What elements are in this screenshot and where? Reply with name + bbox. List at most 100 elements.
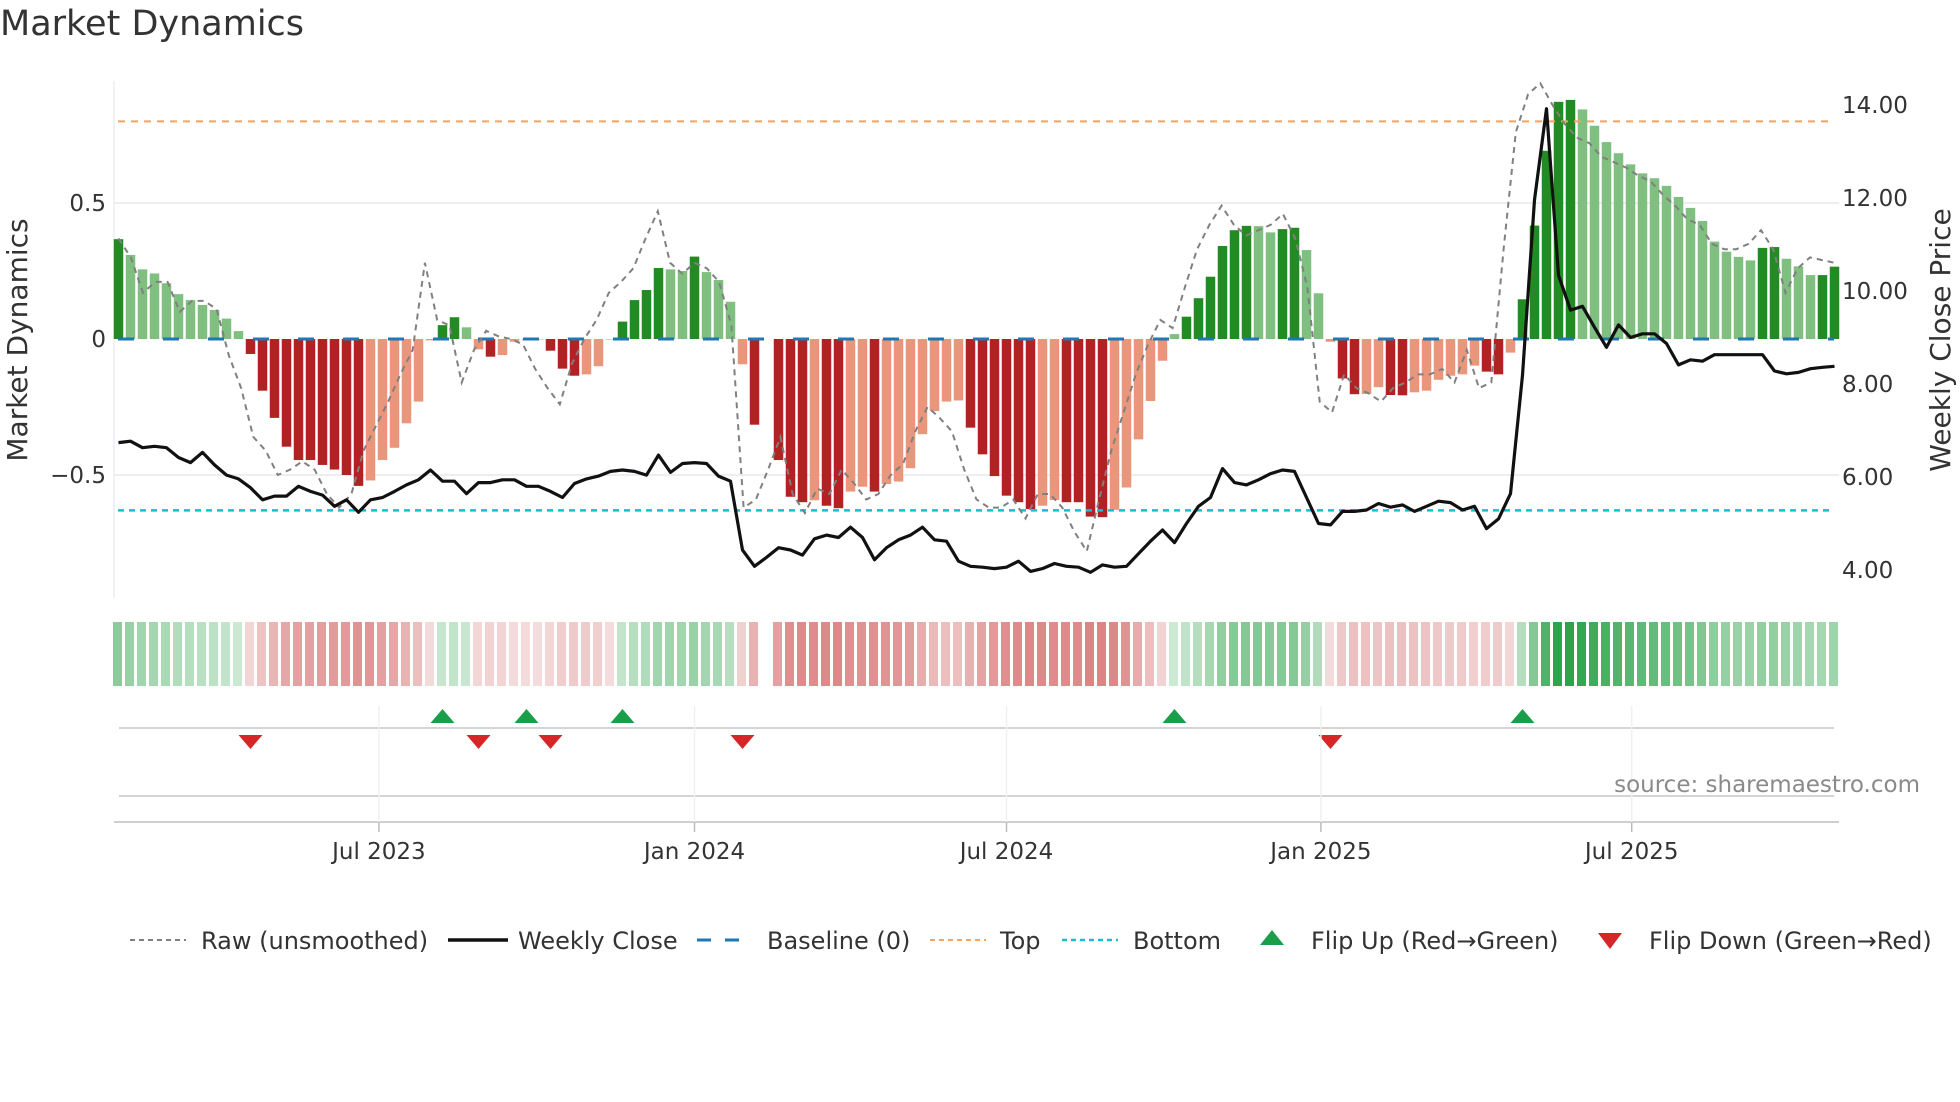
dynamics-bar <box>365 339 376 481</box>
heat-cell <box>929 622 938 686</box>
raw-line <box>117 81 1835 554</box>
dynamics-bar <box>1541 150 1552 339</box>
heat-cell <box>1685 622 1694 686</box>
heat-cell <box>1805 622 1814 686</box>
heat-cell <box>389 622 398 686</box>
dynamics-bar <box>1433 339 1444 380</box>
heat-cell <box>1193 622 1202 686</box>
heat-cell <box>701 622 710 686</box>
dynamics-bar <box>1157 339 1168 361</box>
dynamics-bar <box>1205 276 1216 339</box>
x-tick-label: Jul 2023 <box>330 839 426 865</box>
heat-cell <box>521 622 530 686</box>
heat-cell <box>413 622 422 686</box>
heat-cell <box>293 622 302 686</box>
dynamics-bar <box>701 272 712 339</box>
dynamics-bar <box>1757 247 1768 339</box>
dynamics-bar <box>149 273 160 339</box>
dynamics-bar <box>1697 220 1708 339</box>
x-tick-label: Jan 2024 <box>642 839 745 865</box>
y-tick-label: 0.5 <box>69 191 106 217</box>
heat-cell <box>653 622 662 686</box>
heat-cell <box>593 622 602 686</box>
dynamics-bar <box>389 339 400 448</box>
legend-label: Weekly Close <box>518 927 678 955</box>
heat-cell <box>1565 622 1574 686</box>
heat-cell <box>245 622 254 686</box>
heat-cell <box>1181 622 1190 686</box>
heat-cell <box>401 622 410 686</box>
heat-cell <box>1745 622 1754 686</box>
heat-cell <box>1781 622 1790 686</box>
dynamics-bar <box>1349 339 1360 395</box>
legend-label: Flip Up (Red→Green) <box>1311 927 1559 955</box>
dynamics-bar <box>401 339 412 424</box>
heat-cell <box>1445 622 1454 686</box>
heat-cell <box>1229 622 1238 686</box>
y2-tick-label: 6.00 <box>1842 465 1893 491</box>
legend-flip-up-icon <box>1260 930 1284 945</box>
heat-cell <box>533 622 542 686</box>
dynamics-bar <box>845 339 856 492</box>
dynamics-bar <box>869 339 880 492</box>
dynamics-bar <box>293 339 304 461</box>
dynamics-bar <box>329 339 340 470</box>
heat-cell <box>1385 622 1394 686</box>
dynamics-bar <box>1601 142 1612 339</box>
source-credit: source: sharemaestro.com <box>1614 772 1920 798</box>
heat-cell <box>149 622 158 686</box>
heat-cell <box>1313 622 1322 686</box>
heat-cell <box>1673 622 1682 686</box>
dynamics-bar <box>1061 339 1072 503</box>
dynamics-bar <box>1577 109 1588 339</box>
dynamics-bar <box>197 305 208 339</box>
dynamics-bar <box>449 317 460 339</box>
dynamics-bar <box>497 339 508 356</box>
dynamics-bar <box>1109 339 1120 510</box>
dynamics-bar <box>1121 339 1132 488</box>
heat-cell <box>1637 622 1646 686</box>
dynamics-bar <box>1721 251 1732 339</box>
heat-cell <box>221 622 230 686</box>
heat-cell <box>161 622 170 686</box>
flip-up-marker <box>430 709 455 723</box>
dynamics-bar <box>377 339 388 461</box>
dynamics-bar <box>1649 178 1660 339</box>
heat-cell <box>1361 622 1370 686</box>
dynamics-bar <box>809 339 820 501</box>
dynamics-bar <box>485 339 496 357</box>
heat-cell <box>1109 622 1118 686</box>
dynamics-bar <box>929 339 940 412</box>
heat-cell <box>629 622 638 686</box>
heat-cell <box>1733 622 1742 686</box>
dynamics-bar <box>269 339 280 418</box>
legend-flip-down-icon <box>1598 933 1622 949</box>
dynamics-bar <box>713 279 724 339</box>
y-tick-label: −0.5 <box>50 463 106 489</box>
dynamics-bar <box>1037 339 1048 506</box>
flip-up-marker <box>610 709 635 723</box>
heat-cell <box>1625 622 1634 686</box>
heat-cell <box>989 622 998 686</box>
dynamics-bar <box>1277 229 1288 339</box>
dynamics-bar <box>617 321 628 339</box>
legend-label: Raw (unsmoothed) <box>201 927 428 955</box>
heat-cell <box>1421 622 1430 686</box>
dynamics-bar <box>857 339 868 487</box>
dynamics-bar <box>1661 185 1672 339</box>
heat-cell <box>545 622 554 686</box>
heat-cell <box>353 622 362 686</box>
dynamics-bar <box>1049 339 1060 501</box>
y-axis-title: Market Dynamics <box>1 218 34 461</box>
dynamics-bar <box>689 256 700 339</box>
dynamics-bar <box>1313 293 1324 339</box>
heat-cell <box>1481 622 1490 686</box>
heat-cell <box>1097 622 1106 686</box>
dynamics-bar <box>965 339 976 428</box>
dynamics-bar <box>821 339 832 506</box>
dynamics-bar <box>1001 339 1012 496</box>
heat-cell <box>341 622 350 686</box>
heat-cell <box>209 622 218 686</box>
flip-down-marker <box>1318 735 1343 749</box>
dynamics-bar <box>905 339 916 469</box>
